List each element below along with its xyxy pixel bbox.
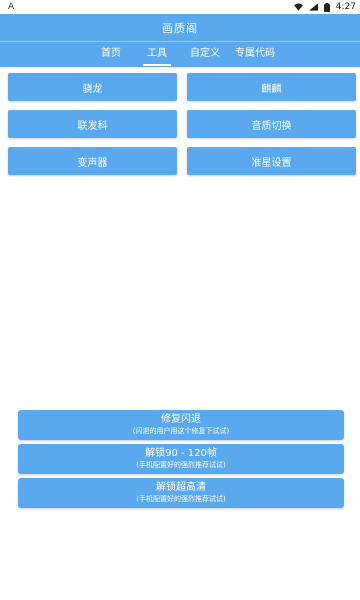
tab-exclusive-code[interactable]: 专属代码 (233, 44, 277, 66)
unlock-fps-label: 解锁90 - 120帧 (145, 448, 217, 459)
status-time: 4:27 (335, 2, 356, 12)
tab-home[interactable]: 首页 (94, 44, 128, 66)
unlock-fps-hint: (手机配置好的强烈推荐试试) (136, 461, 226, 469)
unlock-uhd-button[interactable]: 解锁超高清 (手机配置好的强烈推荐试试) (18, 478, 344, 508)
app-title: 画质阁 (162, 22, 198, 35)
tab-bar: 首页 工具 自定义 专属代码 (0, 44, 360, 66)
snapdragon-button[interactable]: 骁龙 (8, 73, 177, 101)
wifi-icon (293, 3, 303, 11)
battery-icon (323, 2, 330, 12)
tab-tools[interactable]: 工具 (143, 44, 171, 66)
crosshair-settings-button[interactable]: 准星设置 (187, 147, 356, 175)
app-header: 画质阁 首页 工具 自定义 专属代码 (0, 14, 360, 68)
fix-crash-hint: (闪退的用户用这个修复下试试) (132, 427, 230, 435)
unlock-fps-button[interactable]: 解锁90 - 120帧 (手机配置好的强烈推荐试试) (18, 444, 344, 474)
fix-crash-label: 修复闪退 (161, 414, 201, 425)
notification-icon: A (8, 2, 15, 12)
unlock-uhd-hint: (手机配置好的强烈推荐试试) (136, 495, 226, 503)
fix-crash-button[interactable]: 修复闪退 (闪退的用户用这个修复下试试) (18, 410, 344, 440)
header-divider (0, 41, 360, 42)
signal-icon (308, 3, 318, 11)
unlock-uhd-label: 解锁超高清 (156, 482, 206, 493)
tab-custom[interactable]: 自定义 (188, 44, 222, 66)
kirin-button[interactable]: 麒麟 (187, 73, 356, 101)
status-bar: A 4:27 (0, 0, 360, 14)
audio-switch-button[interactable]: 音质切换 (187, 110, 356, 138)
status-icons: 4:27 (293, 2, 356, 12)
voice-changer-button[interactable]: 变声器 (8, 147, 177, 175)
mediatek-button[interactable]: 联发科 (8, 110, 177, 138)
